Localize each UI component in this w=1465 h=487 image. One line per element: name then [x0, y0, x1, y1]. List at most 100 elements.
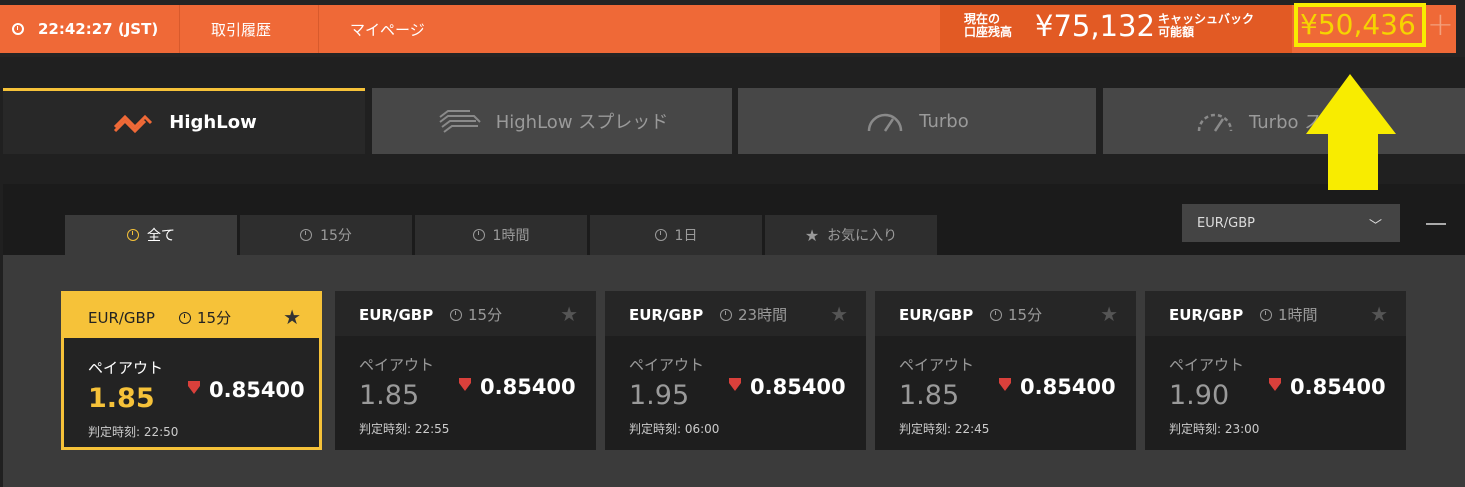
card-duration-label: 15分 — [197, 309, 232, 327]
down-arrow-icon — [999, 378, 1011, 391]
card-duration-label: 15分 — [1008, 306, 1043, 324]
filter-tab-15min[interactable]: 15分 — [240, 215, 412, 255]
option-card[interactable]: EUR/GBP 23時間 ★ ペイアウト 1.95 0.85400 判定時刻: … — [605, 291, 866, 450]
rate-value: 0.85400 — [750, 375, 846, 399]
nav-my-page[interactable]: マイページ — [350, 5, 425, 53]
down-arrow-icon — [1269, 378, 1281, 391]
clock-icon — [1260, 308, 1272, 321]
favorite-star-icon[interactable]: ★ — [1370, 302, 1388, 326]
card-duration-label: 15分 — [468, 306, 503, 324]
filter-tab-label: お気に入り — [827, 228, 898, 244]
account-info: 現在の 口座残高 ¥75,132 キャッシュバック 可能額 — [940, 5, 1292, 53]
expiry-time: 判定時刻: 22:55 — [359, 422, 450, 436]
speedometer-icon — [867, 113, 903, 132]
payout-value: 1.85 — [359, 380, 420, 411]
nav-trade-history[interactable]: 取引履歴 — [211, 5, 271, 53]
divider — [318, 5, 319, 53]
expiry-time: 判定時刻: 06:00 — [629, 422, 720, 436]
card-duration: 15分 — [450, 304, 502, 325]
option-card[interactable]: EUR/GBP 15分 ★ ペイアウト 1.85 0.85400 判定時刻: 2… — [335, 291, 596, 450]
filter-tab-label: 15分 — [320, 228, 352, 244]
top-bar: 22:42:27 (JST) 取引履歴 マイページ 現在の 口座残高 ¥75,1… — [0, 0, 1465, 57]
filter-tab-1day[interactable]: 1日 — [590, 215, 762, 255]
option-card[interactable]: EUR/GBP 1時間 ★ ペイアウト 1.90 0.85400 判定時刻: 2… — [1145, 291, 1406, 450]
filter-tab-all[interactable]: 全て — [65, 215, 237, 255]
clock-icon — [450, 308, 462, 321]
payout-label: ペイアウト — [629, 356, 705, 374]
payout-label: ペイアウト — [899, 356, 975, 374]
cashback-label-line2: 可能額 — [1158, 25, 1195, 39]
highlow-spread-icon — [439, 110, 481, 133]
highlow-icon — [114, 114, 153, 133]
balance-label: 現在の 口座残高 — [964, 13, 1012, 39]
clock-icon — [12, 23, 24, 35]
minimize-icon[interactable] — [1426, 223, 1446, 225]
down-arrow-icon — [729, 378, 741, 391]
annotation-arrow-icon — [1306, 74, 1396, 190]
payout-label: ペイアウト — [88, 359, 164, 377]
favorite-star-icon[interactable]: ★ — [283, 305, 301, 329]
card-duration: 15分 — [990, 304, 1042, 325]
card-pair: EUR/GBP — [359, 306, 434, 324]
rate-value: 0.85400 — [1020, 375, 1116, 399]
clock-icon — [654, 229, 667, 241]
expiry-time: 判定時刻: 23:00 — [1169, 422, 1260, 436]
card-duration: 23時間 — [720, 304, 787, 325]
card-duration: 15分 — [179, 307, 231, 328]
top-bar-orange: 22:42:27 (JST) 取引履歴 マイページ 現在の 口座残高 ¥75,1… — [0, 5, 1456, 53]
card-duration: 1時間 — [1260, 304, 1318, 325]
chevron-down-icon: ﹀ — [1368, 219, 1382, 234]
rate-value: 0.85400 — [480, 375, 576, 399]
payout-value: 1.85 — [88, 383, 155, 414]
tab-label: HighLow — [169, 112, 257, 133]
expiry-time: 判定時刻: 22:45 — [899, 422, 990, 436]
tab-highlow-spread[interactable]: HighLow スプレッド — [372, 88, 732, 154]
cashback-value[interactable]: ¥50,436 — [1300, 8, 1416, 41]
tab-highlow[interactable]: HighLow — [3, 88, 365, 154]
payout-value: 1.85 — [899, 380, 960, 411]
tab-turbo-spread[interactable]: Turbo ス — [1103, 88, 1465, 154]
speedometer-icon — [1197, 113, 1233, 132]
divider — [179, 5, 180, 53]
payout-value: 1.95 — [629, 380, 690, 411]
clock-icon — [127, 229, 139, 241]
favorite-star-icon[interactable]: ★ — [560, 302, 578, 326]
down-arrow-icon — [188, 381, 200, 394]
tab-turbo[interactable]: Turbo — [738, 88, 1096, 154]
card-pair: EUR/GBP — [629, 306, 704, 324]
filter-tab-label: 1時間 — [492, 228, 530, 244]
filter-tab-label: 全て — [147, 228, 175, 244]
option-card[interactable]: EUR/GBP 15分 ★ ペイアウト 1.85 0.85400 判定時刻: 2… — [61, 291, 322, 450]
plus-icon[interactable]: + — [1427, 8, 1454, 40]
asset-select-value: EUR/GBP — [1197, 215, 1255, 231]
card-pair: EUR/GBP — [88, 309, 155, 327]
filter-tab-1hour[interactable]: 1時間 — [415, 215, 587, 255]
favorite-star-icon[interactable]: ★ — [830, 302, 848, 326]
filter-tab-favorites[interactable]: ★ お気に入り — [765, 215, 937, 255]
asset-select[interactable]: EUR/GBP ﹀ — [1182, 204, 1400, 242]
clock-icon — [472, 229, 485, 241]
clock-icon — [720, 308, 732, 321]
favorite-star-icon[interactable]: ★ — [1100, 302, 1118, 326]
balance-label-line2: 口座残高 — [964, 25, 1013, 39]
payout-label: ペイアウト — [1169, 356, 1245, 374]
card-duration-label: 1時間 — [1278, 306, 1318, 324]
balance-value: ¥75,132 — [1035, 9, 1155, 43]
tab-label: HighLow スプレッド — [495, 112, 669, 133]
tab-label: Turbo — [919, 110, 969, 132]
star-icon: ★ — [804, 225, 820, 245]
option-card[interactable]: EUR/GBP 15分 ★ ペイアウト 1.85 0.85400 判定時刻: 2… — [875, 291, 1136, 450]
server-time: 22:42:27 (JST) — [38, 20, 159, 38]
cashback-label: キャッシュバック 可能額 — [1158, 13, 1254, 39]
clock-icon — [300, 229, 313, 241]
clock-icon — [990, 308, 1002, 321]
expiry-time: 判定時刻: 22:50 — [88, 425, 179, 439]
payout-label: ペイアウト — [359, 356, 435, 374]
filter-tab-label: 1日 — [674, 228, 698, 244]
payout-value: 1.90 — [1169, 380, 1230, 411]
clock: 22:42:27 (JST) — [12, 5, 158, 53]
card-pair: EUR/GBP — [899, 306, 974, 324]
clock-icon — [179, 311, 191, 324]
rate-value: 0.85400 — [1290, 375, 1386, 399]
down-arrow-icon — [459, 378, 471, 391]
